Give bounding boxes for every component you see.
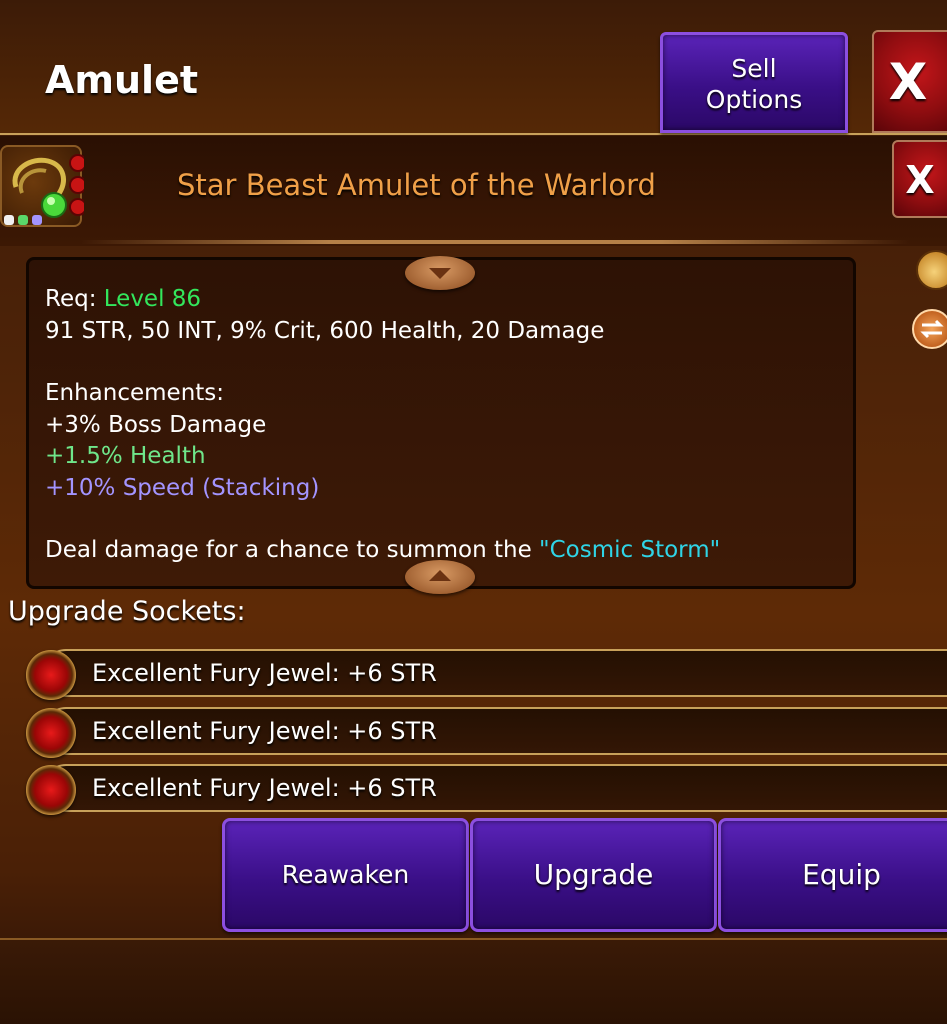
- red-jewel-icon: [26, 650, 76, 700]
- scroll-up-button[interactable]: [405, 256, 475, 290]
- requirement-level: Level 86: [103, 286, 202, 312]
- chevron-up-icon: [429, 570, 451, 581]
- sell-options-button[interactable]: Sell Options: [660, 32, 848, 133]
- upgrade-button[interactable]: Upgrade: [470, 818, 717, 932]
- enhancements-label: Enhancements:: [45, 380, 225, 406]
- item-stats: 91 STR, 50 INT, 9% Crit, 600 Health, 20 …: [45, 317, 605, 344]
- item-description-text: Req: Level 86 91 STR, 50 INT, 9% Crit, 6…: [45, 284, 835, 567]
- chevron-down-icon: [429, 268, 451, 279]
- socket-text: Excellent Fury Jewel: +6 STR: [92, 717, 437, 745]
- scroll-down-button[interactable]: [405, 560, 475, 594]
- item-effect-highlight: "Cosmic Storm": [539, 537, 721, 563]
- bottom-bar: [0, 938, 947, 1024]
- socket-text: Excellent Fury Jewel: +6 STR: [92, 774, 437, 802]
- enhancement-health: +1.5% Health: [45, 443, 206, 469]
- close-window-button[interactable]: X: [872, 30, 947, 133]
- sell-options-label-line1: Sell: [731, 54, 777, 83]
- amulet-icon: [0, 145, 87, 227]
- item-effect-text: Deal damage for a chance to summon the: [45, 537, 540, 563]
- swap-icon[interactable]: [912, 309, 947, 349]
- enhancement-speed: +10% Speed (Stacking): [45, 474, 320, 501]
- sell-options-label-line2: Options: [705, 85, 803, 114]
- equip-button[interactable]: Equip: [718, 818, 947, 932]
- item-description-panel[interactable]: Req: Level 86 91 STR, 50 INT, 9% Crit, 6…: [26, 257, 856, 589]
- red-jewel-icon: [26, 708, 76, 758]
- money-bag-icon[interactable]: [916, 250, 947, 290]
- item-name: Star Beast Amulet of the Warlord: [177, 168, 656, 202]
- upgrade-sockets-label: Upgrade Sockets:: [8, 596, 246, 627]
- red-jewel-icon: [26, 765, 76, 815]
- page-title: Amulet: [45, 58, 199, 102]
- reawaken-button[interactable]: Reawaken: [222, 818, 469, 932]
- requirement-label: Req:: [45, 286, 97, 312]
- close-item-button[interactable]: X: [892, 140, 947, 218]
- divider: [80, 240, 910, 244]
- enhancement-boss-damage: +3% Boss Damage: [45, 411, 267, 438]
- socket-text: Excellent Fury Jewel: +6 STR: [92, 659, 437, 687]
